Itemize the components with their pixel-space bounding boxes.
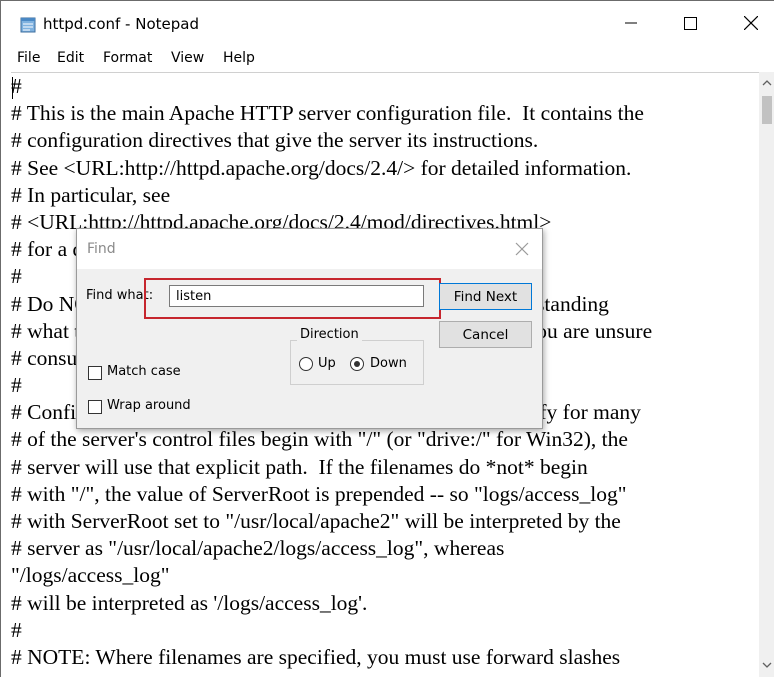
title-bar[interactable]: httpd.conf - Notepad	[1, 1, 774, 45]
find-dialog-titlebar[interactable]: Find	[77, 229, 542, 269]
minimize-button[interactable]	[608, 1, 654, 45]
find-what-label: Find what:	[86, 288, 154, 303]
maximize-button[interactable]	[667, 1, 713, 45]
notepad-window: httpd.conf - Notepad File Edit Format Vi…	[0, 0, 774, 677]
notepad-icon	[20, 17, 36, 33]
editor-line: # with "/", the value of ServerRoot is p…	[11, 481, 627, 506]
scroll-down-arrow-icon[interactable]	[762, 660, 772, 670]
close-icon[interactable]	[515, 242, 529, 256]
menu-bar: File Edit Format View Help	[1, 45, 774, 72]
find-dialog-title: Find	[87, 241, 116, 257]
scroll-up-arrow-icon[interactable]	[762, 78, 772, 88]
window-title: httpd.conf - Notepad	[43, 15, 199, 33]
editor-line: # will be interpreted as '/logs/access_l…	[11, 590, 368, 615]
menu-edit[interactable]: Edit	[57, 50, 84, 66]
wrap-around-checkbox[interactable]	[88, 400, 102, 414]
scrollbar-thumb[interactable]	[762, 96, 772, 124]
editor-line: # server will use that explicit path. If…	[11, 454, 588, 479]
editor-line: #	[11, 74, 22, 98]
maximize-icon	[683, 16, 697, 30]
editor-line: #	[11, 617, 22, 642]
direction-up-label: Up	[318, 356, 336, 371]
editor-line: # This is the main Apache HTTP server co…	[11, 101, 644, 126]
editor-line: # with ServerRoot set to "/usr/local/apa…	[11, 509, 621, 533]
editor-line: "/logs/access_log"	[11, 563, 170, 588]
match-case-label: Match case	[107, 364, 181, 379]
direction-up-radio[interactable]	[299, 357, 313, 371]
vertical-scrollbar[interactable]	[759, 72, 774, 677]
editor-line: # See <URL:http://httpd.apache.org/docs/…	[11, 155, 632, 180]
editor-line: # server as "/usr/local/apache2/logs/acc…	[11, 536, 505, 561]
match-case-checkbox[interactable]	[88, 366, 102, 380]
menu-view[interactable]: View	[171, 50, 204, 66]
editor-line: # In particular, see	[11, 182, 171, 207]
text-caret	[12, 77, 13, 99]
minimize-icon	[625, 22, 637, 24]
editor-line: # configuration directives that give the…	[11, 128, 539, 153]
radio-selected-dot	[354, 361, 360, 367]
find-dialog: Find Find what: Find Next Cancel Directi…	[76, 228, 543, 429]
direction-label: Direction	[297, 327, 362, 342]
close-icon	[744, 16, 758, 30]
wrap-around-label: Wrap around	[107, 398, 191, 413]
find-what-input[interactable]	[169, 285, 424, 307]
close-button[interactable]	[728, 1, 774, 45]
menu-file[interactable]: File	[17, 50, 40, 66]
direction-down-radio[interactable]	[350, 357, 364, 371]
editor-line: # NOTE: Where filenames are specified, y…	[11, 644, 621, 669]
cancel-button[interactable]: Cancel	[439, 321, 532, 348]
editor-line: # of the server's control files begin wi…	[11, 427, 628, 452]
direction-down-label: Down	[370, 356, 407, 371]
menu-help[interactable]: Help	[223, 50, 255, 66]
menu-format[interactable]: Format	[103, 50, 152, 66]
find-next-button[interactable]: Find Next	[439, 283, 532, 310]
